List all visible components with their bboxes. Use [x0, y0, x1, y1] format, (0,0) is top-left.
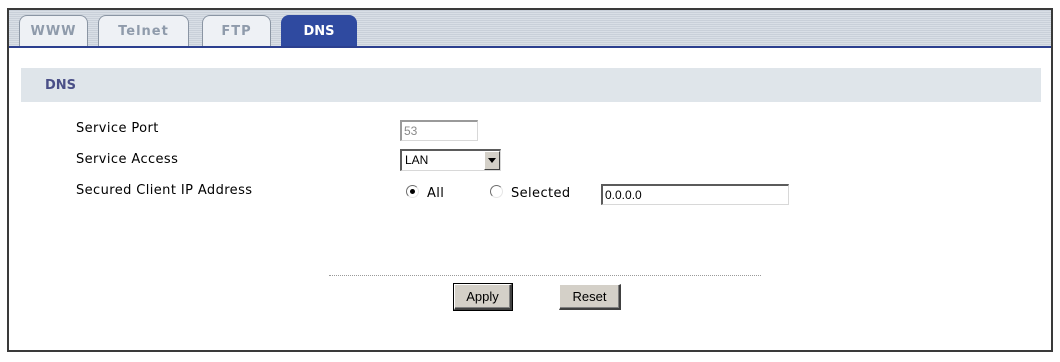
secured-client-ip-value: 0.0.0.0 — [605, 188, 642, 202]
radio-all[interactable] — [406, 185, 419, 198]
service-access-select[interactable]: LAN — [400, 149, 501, 171]
service-port-input[interactable]: 53 — [400, 120, 478, 141]
service-port-value: 53 — [404, 124, 418, 138]
tab-www[interactable]: WWW — [19, 15, 88, 46]
divider — [329, 275, 761, 276]
secured-client-ip-label: Secured Client IP Address — [76, 183, 253, 198]
radio-all-label: All — [427, 186, 445, 201]
service-access-value: LAN — [405, 153, 429, 167]
secured-client-ip-input[interactable]: 0.0.0.0 — [601, 184, 789, 205]
tab-dns[interactable]: DNS — [281, 15, 357, 46]
radio-selected[interactable] — [490, 185, 503, 198]
service-access-label: Service Access — [76, 152, 179, 167]
service-port-label: Service Port — [76, 121, 159, 136]
radio-selected-label: Selected — [511, 186, 571, 201]
apply-button[interactable]: Apply — [453, 283, 513, 311]
section-title: DNS — [45, 77, 77, 93]
tab-bar: WWW Telnet FTP DNS — [9, 10, 1051, 48]
section-header-dns: DNS — [21, 68, 1041, 102]
tab-ftp[interactable]: FTP — [202, 15, 271, 46]
reset-button[interactable]: Reset — [559, 284, 621, 310]
chevron-down-icon[interactable] — [484, 151, 500, 170]
dns-settings-panel: WWW Telnet FTP DNS DNS Service Port 53 S… — [7, 8, 1053, 352]
radio-selected-dot — [410, 189, 415, 194]
tab-telnet[interactable]: Telnet — [98, 15, 189, 46]
